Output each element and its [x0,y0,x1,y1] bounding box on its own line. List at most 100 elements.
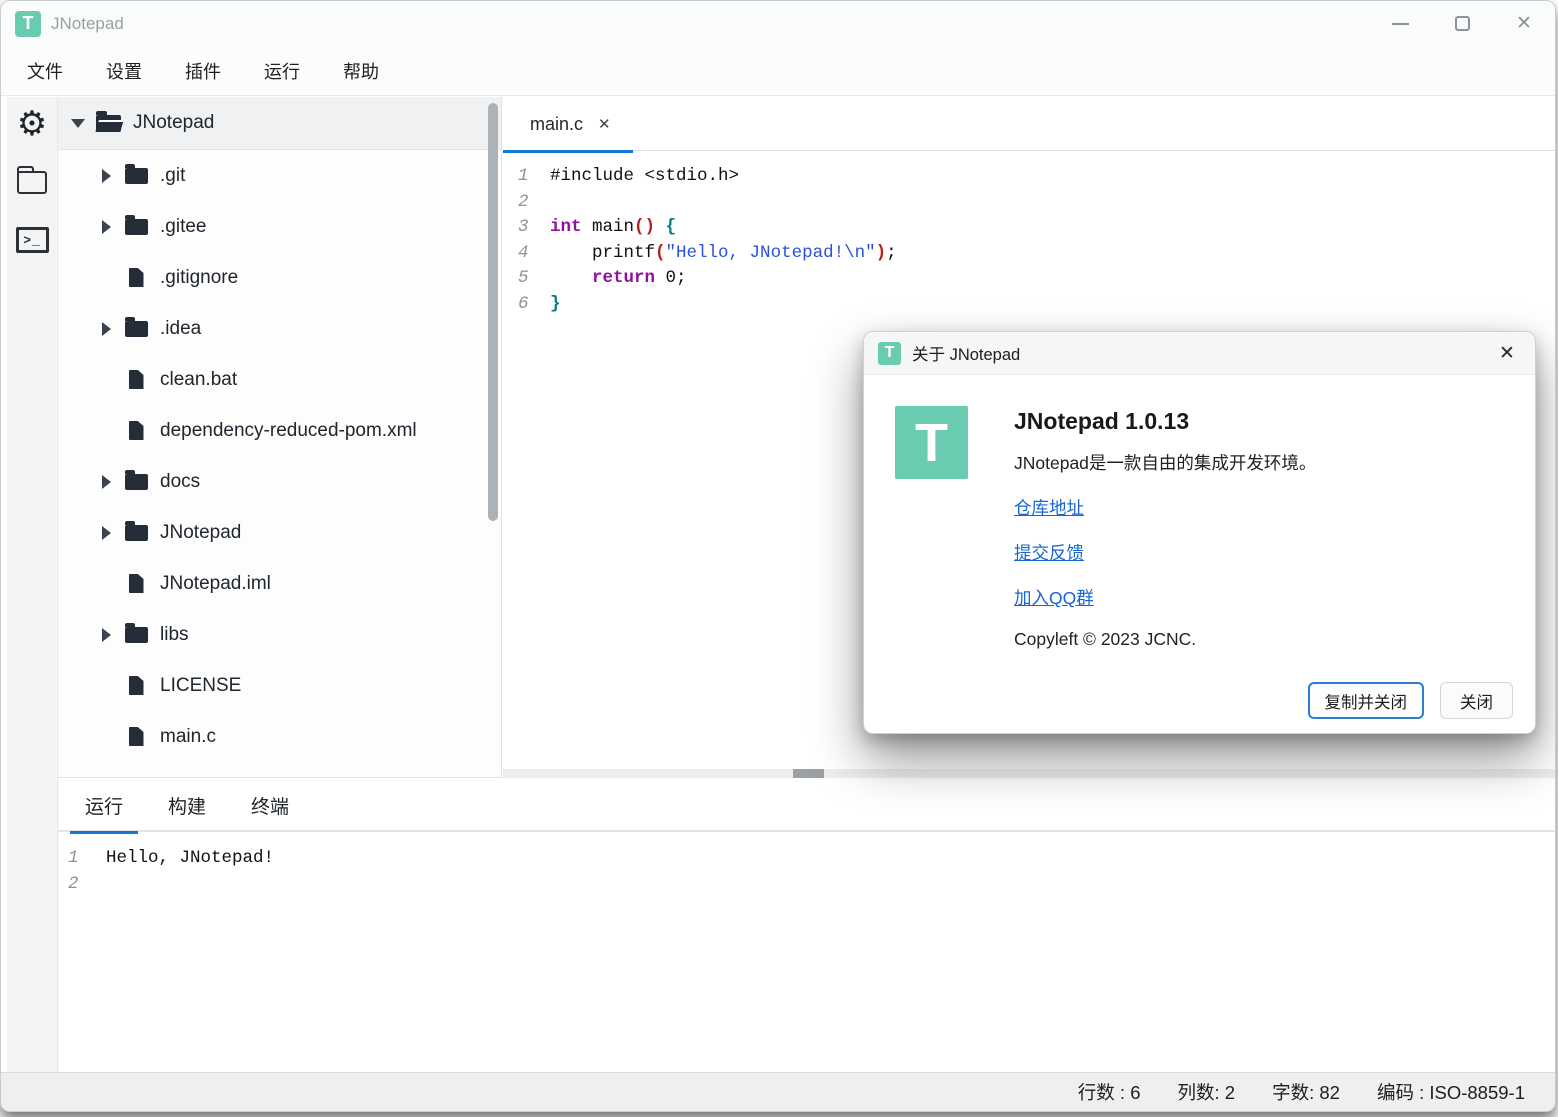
editor-hscrollbar-track[interactable] [503,769,1555,778]
link-feedback[interactable]: 提交反馈 [1014,540,1316,565]
tree-item--git[interactable]: .git [58,150,501,201]
run-output-area[interactable]: 1Hello, JNotepad!2 [58,834,1555,1074]
folder-icon-shape [125,219,148,235]
tree-item-label: main.c [160,726,216,748]
code-text: printf("Hello, JNotepad!\n"); [540,241,897,267]
window-controls: ✕ [1369,1,1555,46]
code-token: ( [655,243,666,263]
file-icon-shape [129,370,144,389]
tab-label: main.c [530,114,583,135]
tree-scrollbar-track[interactable] [487,99,500,775]
code-line-3[interactable]: 3int main() { [503,215,1555,241]
menu-help[interactable]: 帮助 [343,58,379,84]
code-line-6[interactable]: 6} [503,292,1555,318]
tree-twisty [94,475,118,489]
file-icon-shape [129,727,144,746]
app-logo-icon: T [15,11,41,37]
chevron-right-icon[interactable] [102,322,111,336]
file-explorer-button[interactable] [12,161,52,203]
tree-item-jnotepad[interactable]: JNotepad [58,507,501,558]
terminal-icon: >_ [16,227,49,253]
titlebar[interactable]: T JNotepad ✕ [1,1,1555,46]
folder-icon-shape [125,627,148,643]
code-line-1[interactable]: 1#include <stdio.h> [503,164,1555,190]
code-line-5[interactable]: 5 return 0; [503,266,1555,292]
about-dialog: T 关于 JNotepad ✕ T JNotepad 1.0.13 JNotep… [863,331,1536,734]
line-number: 4 [503,241,540,267]
tree-twisty [66,119,90,128]
dialog-body: T JNotepad 1.0.13 JNotepad是一款自由的集成开发环境。 … [864,375,1535,733]
file-icon [124,574,148,593]
tree-item-jnotepad[interactable]: JNotepad [58,97,501,150]
code-line-4[interactable]: 4 printf("Hello, JNotepad!\n"); [503,241,1555,267]
tree-item--gitee[interactable]: .gitee [58,201,501,252]
code-token: int [550,217,582,237]
tree-twisty [94,628,118,642]
link-repository[interactable]: 仓库地址 [1014,495,1316,520]
copy-and-close-button[interactable]: 复制并关闭 [1308,682,1425,719]
tree-item-jnotepad-iml[interactable]: JNotepad.iml [58,558,501,609]
tree-item-libs[interactable]: libs [58,609,501,660]
close-icon: ✕ [1516,14,1532,33]
tree-item-docs[interactable]: docs [58,456,501,507]
chevron-right-icon[interactable] [102,628,111,642]
tab-run[interactable]: 运行 [78,778,130,832]
folder-icon [124,474,148,490]
code-token: } [550,294,561,314]
tree-scrollbar-thumb[interactable] [488,103,498,521]
dialog-heading: JNotepad 1.0.13 [1014,408,1316,435]
folder-open-icon [96,115,121,132]
minimize-button[interactable] [1369,1,1431,46]
dialog-buttons: 复制并关闭 关闭 [1308,682,1514,719]
folder-icon-shape [125,168,148,184]
tree-item-dependency-reduced-pom-xml[interactable]: dependency-reduced-pom.xml [58,405,501,456]
close-button[interactable]: ✕ [1493,1,1555,46]
folder-icon-shape [125,321,148,337]
code-text [540,190,550,216]
code-token: () [634,217,655,237]
tree-item--gitignore[interactable]: .gitignore [58,252,501,303]
dialog-close-button[interactable]: ✕ [1479,332,1535,374]
folder-icon [124,219,148,235]
file-icon [124,727,148,746]
tree-item-license[interactable]: LICENSE [58,660,501,711]
menu-file[interactable]: 文件 [27,58,63,84]
chevron-right-icon[interactable] [102,220,111,234]
tab-close-icon[interactable]: ✕ [598,115,611,133]
maximize-button[interactable] [1431,1,1493,46]
code-token: "Hello, JNotepad!\n" [666,243,876,263]
folder-icon [124,321,148,337]
editor-hscrollbar-thumb[interactable] [793,769,824,778]
status-char-count: 字数: 82 [1272,1079,1340,1105]
tree-item-clean-bat[interactable]: clean.bat [58,354,501,405]
menu-settings[interactable]: 设置 [106,58,142,84]
line-number: 1 [503,164,540,190]
settings-gear-button[interactable]: ⚙ [12,103,52,145]
output-line-number: 2 [58,872,94,898]
chevron-down-icon[interactable] [71,119,85,128]
code-text: int main() { [540,215,676,241]
chevron-right-icon[interactable] [102,169,111,183]
code-token: printf [550,243,655,263]
tree-item-label: JNotepad [160,522,241,544]
terminal-button[interactable]: >_ [12,219,52,261]
tab-terminal[interactable]: 终端 [244,778,296,832]
chevron-right-icon[interactable] [102,475,111,489]
file-icon [124,370,148,389]
menu-run[interactable]: 运行 [264,58,300,84]
folder-icon-shape [125,474,148,490]
tree-item-label: .idea [160,318,201,340]
tab-main-c[interactable]: main.c ✕ [503,97,633,151]
tree-item-main-c[interactable]: main.c [58,711,501,762]
output-text [94,872,106,898]
code-line-2[interactable]: 2 [503,190,1555,216]
close-dialog-button[interactable]: 关闭 [1440,682,1513,719]
menu-plugins[interactable]: 插件 [185,58,221,84]
link-qq-group[interactable]: 加入QQ群 [1014,585,1316,610]
dialog-titlebar[interactable]: T 关于 JNotepad ✕ [864,332,1535,375]
tab-build[interactable]: 构建 [161,778,213,832]
code-text: #include <stdio.h> [540,164,739,190]
tree-item--idea[interactable]: .idea [58,303,501,354]
tree-twisty [94,322,118,336]
chevron-right-icon[interactable] [102,526,111,540]
